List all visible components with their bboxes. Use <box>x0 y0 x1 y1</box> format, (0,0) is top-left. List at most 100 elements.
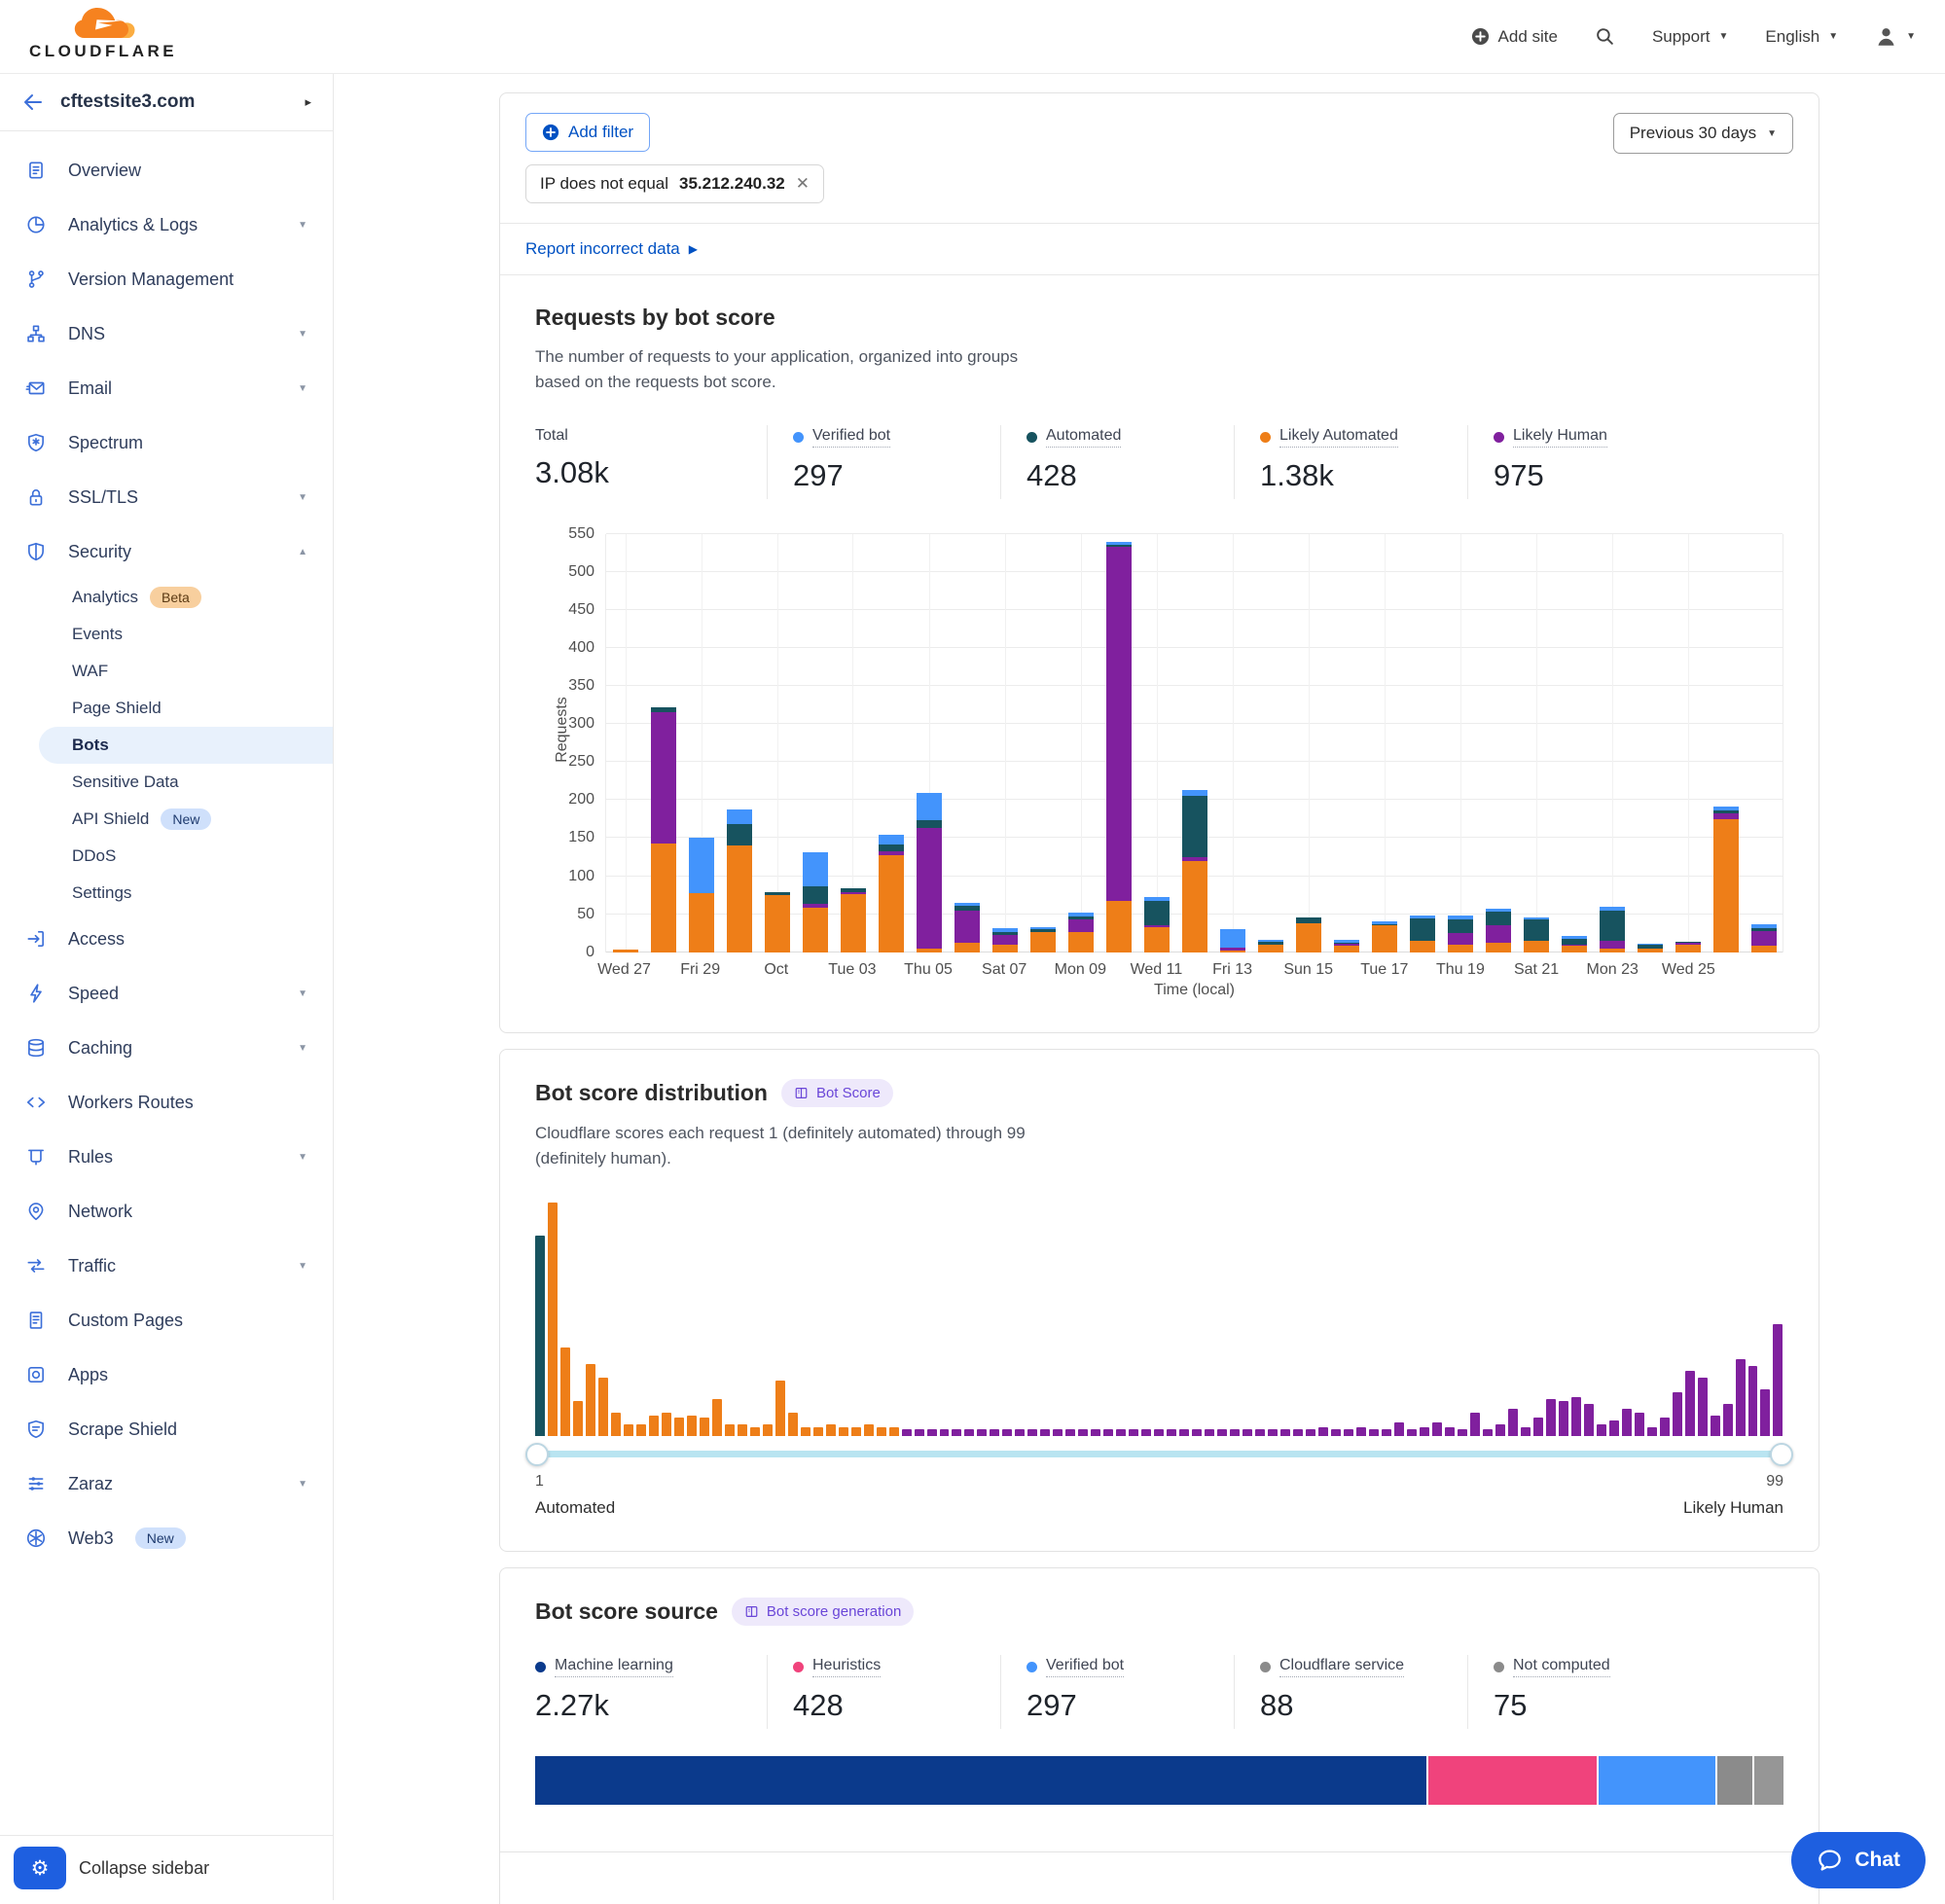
sidebar-item-page-shield[interactable]: Page Shield <box>0 690 333 727</box>
sidebar-item-zaraz[interactable]: Zaraz▼ <box>0 1456 333 1511</box>
stat-label-text[interactable]: Heuristics <box>812 1657 881 1677</box>
language-menu[interactable]: English ▼ <box>1765 27 1838 47</box>
sidebar-item-label: Page Shield <box>72 699 162 718</box>
stat-label-text[interactable]: Verified bot <box>1046 1657 1124 1677</box>
bar-segment-likely-automated <box>613 950 638 952</box>
stat-label-text[interactable]: Cloudflare service <box>1279 1657 1404 1677</box>
bar-segment-verified-bot <box>727 809 752 825</box>
chevron-down-icon: ▼ <box>1719 31 1729 42</box>
stat-label-text[interactable]: Automated <box>1046 427 1121 448</box>
legend-dot-icon <box>1260 1662 1271 1672</box>
sidebar-item-overview[interactable]: Overview <box>0 143 333 198</box>
stat-value: 1.38k <box>1260 458 1442 493</box>
sidebar-item-settings[interactable]: Settings <box>0 875 333 912</box>
filter-chip[interactable]: IP does not equal 35.212.240.32 ✕ <box>525 164 824 203</box>
stat-label-text[interactable]: Likely Automated <box>1279 427 1398 448</box>
report-incorrect-data-link[interactable]: Report incorrect data ▶ <box>525 239 698 259</box>
sidebar-item-bots[interactable]: Bots <box>39 727 333 764</box>
bot-score-generation-badge[interactable]: Bot score generation <box>732 1598 914 1626</box>
section-description: The number of requests to your applicati… <box>535 344 1065 396</box>
sidebar-item-security[interactable]: Security ▲ <box>0 524 333 579</box>
slider-handle-min[interactable] <box>525 1443 549 1466</box>
sidebar-item-dns[interactable]: DNS▼ <box>0 306 333 361</box>
stat-label-text[interactable]: Likely Human <box>1513 427 1607 448</box>
sidebar-item-ssl-tls[interactable]: SSL/TLS▼ <box>0 470 333 524</box>
sidebar-item-network[interactable]: Network <box>0 1184 333 1239</box>
chart-bar-slot <box>1024 534 1062 952</box>
slider-categories: Automated Likely Human <box>535 1498 1783 1518</box>
sidebar-item-label: API Shield <box>72 809 149 829</box>
source-stacked-bar <box>535 1756 1783 1805</box>
account-menu[interactable]: ▼ <box>1875 25 1916 48</box>
sidebar-item-analytics[interactable]: AnalyticsBeta <box>0 579 333 616</box>
support-menu[interactable]: Support ▼ <box>1652 27 1728 47</box>
sidebar-item-label: Security <box>68 542 131 562</box>
histogram-bar-score-7 <box>611 1413 621 1436</box>
sidebar-item-email[interactable]: Email▼ <box>0 361 333 415</box>
requests-stats: Total3.08kVerified bot297Automated428Lik… <box>535 425 1783 499</box>
stat-label-text[interactable]: Verified bot <box>812 427 890 448</box>
sidebar-item-web3[interactable]: Web3New <box>0 1511 333 1565</box>
date-range-select[interactable]: Previous 30 days ▼ <box>1613 113 1793 154</box>
site-expand-icon[interactable]: ▸ <box>305 94 311 110</box>
sidebar-item-analytics-logs[interactable]: Analytics & Logs▼ <box>0 198 333 252</box>
sidebar-item-sensitive-data[interactable]: Sensitive Data <box>0 764 333 801</box>
sidebar-item-api-shield[interactable]: API ShieldNew <box>0 801 333 838</box>
chevron-up-icon: ▲ <box>298 547 307 557</box>
cloudflare-logo[interactable]: CLOUDFLARE <box>29 5 185 69</box>
sidebar-item-label: Workers Routes <box>68 1093 194 1113</box>
stat-label-text[interactable]: Machine learning <box>555 1657 673 1677</box>
histogram-bar-score-5 <box>586 1364 595 1436</box>
add-filter-button[interactable]: Add filter <box>525 113 650 152</box>
sidebar-item-spectrum[interactable]: Spectrum <box>0 415 333 470</box>
ssl-icon <box>25 486 47 508</box>
settings-gear-button[interactable]: ⚙ <box>14 1847 66 1889</box>
histogram-bar-score-17 <box>738 1424 747 1436</box>
sidebar-item-speed[interactable]: Speed▼ <box>0 966 333 1021</box>
sidebar-item-caching[interactable]: Caching▼ <box>0 1021 333 1075</box>
histogram-bar-score-36 <box>977 1429 987 1436</box>
stacked-bar <box>1486 909 1511 952</box>
stat-label-text[interactable]: Not computed <box>1513 1657 1610 1677</box>
back-arrow-icon[interactable] <box>21 90 45 114</box>
histogram-bar-score-20 <box>775 1381 785 1437</box>
sidebar-item-label: Scrape Shield <box>68 1419 177 1440</box>
sidebar-item-custom-pages[interactable]: Custom Pages <box>0 1293 333 1347</box>
sidebar-item-access[interactable]: Access <box>0 912 333 966</box>
sidebar-item-rules[interactable]: Rules▼ <box>0 1130 333 1184</box>
chart-bar-slot <box>1403 534 1441 952</box>
rules-icon <box>25 1146 47 1168</box>
sidebar-item-scrape-shield[interactable]: Scrape Shield <box>0 1402 333 1456</box>
sidebar-item-ddos[interactable]: DDoS <box>0 838 333 875</box>
bar-segment-automated <box>727 824 752 845</box>
sidebar-item-events[interactable]: Events <box>0 616 333 653</box>
sidebar-item-traffic[interactable]: Traffic▼ <box>0 1239 333 1293</box>
search-button[interactable] <box>1595 26 1615 47</box>
histogram-bar-score-47 <box>1116 1429 1126 1436</box>
sidebar-item-label: Overview <box>68 161 141 181</box>
chart-bar-slot <box>1745 534 1783 952</box>
slider-handle-max[interactable] <box>1770 1443 1793 1466</box>
bar-segment-automated <box>1448 919 1473 933</box>
bar-segment-likely-automated <box>689 893 714 952</box>
collapse-sidebar-button[interactable]: Collapse sidebar <box>79 1858 209 1879</box>
bar-segment-likely-automated <box>879 855 904 952</box>
y-tick-label: 250 <box>568 753 594 771</box>
sidebar-item-apps[interactable]: Apps <box>0 1347 333 1402</box>
legend-dot-icon <box>535 1662 546 1672</box>
site-row: cftestsite3.com ▸ <box>0 74 333 131</box>
sidebar-item-workers-routes[interactable]: Workers Routes <box>0 1075 333 1130</box>
histogram-bar-score-48 <box>1129 1429 1138 1436</box>
histogram-bar-score-68 <box>1382 1429 1391 1436</box>
close-icon[interactable]: ✕ <box>796 174 810 194</box>
sidebar-item-waf[interactable]: WAF <box>0 653 333 690</box>
add-site-button[interactable]: Add site <box>1471 27 1558 47</box>
stacked-bar <box>613 950 638 952</box>
chat-button[interactable]: Chat <box>1791 1832 1926 1888</box>
bar-segment-likely-automated <box>917 949 942 952</box>
sidebar-item-label: WAF <box>72 662 108 681</box>
bar-segment-likely-automated <box>803 908 828 952</box>
bot-score-badge[interactable]: Bot Score <box>781 1079 893 1107</box>
histogram-bar-score-6 <box>598 1378 608 1436</box>
sidebar-item-version-management[interactable]: Version Management <box>0 252 333 306</box>
